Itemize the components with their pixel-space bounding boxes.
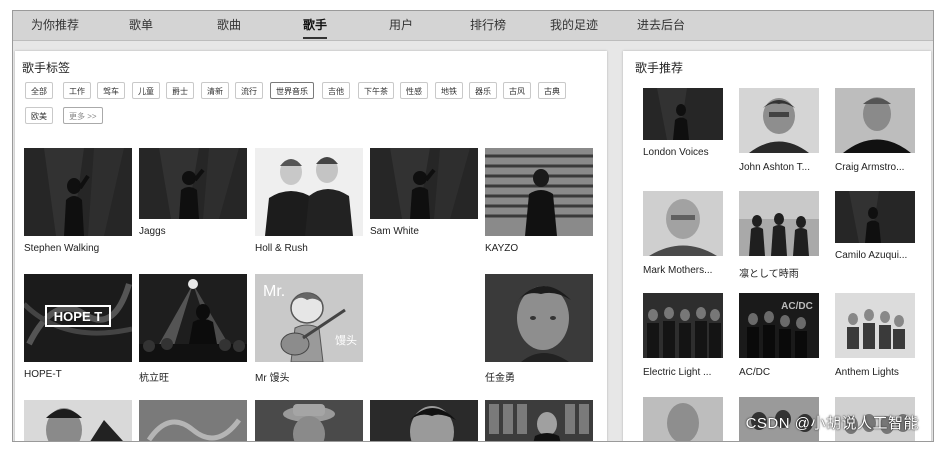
recommend-name: Mark Mothers...	[643, 265, 713, 276]
singer-list-panel: 歌手标签 全部 工作 驾车 儿童 爵士 清新 流行 世界音乐 吉他 下午茶 性感…	[15, 51, 607, 441]
recommend-name: Anthem Lights	[835, 367, 899, 378]
recommend-name: 凛として時雨	[739, 269, 799, 280]
recommend-card[interactable]: Anthem Lights	[835, 293, 917, 388]
singer-name: HOPE-T	[24, 369, 62, 380]
singer-photo	[739, 88, 819, 153]
tag-ancient-style[interactable]: 古风	[503, 82, 531, 99]
top-navigation: 为你推荐 歌单 歌曲 歌手 用户 排行榜 我的足迹 进去后台	[13, 11, 933, 41]
recommend-card[interactable]: Craig Armstro...	[835, 88, 917, 183]
singer-name: KAYZO	[485, 243, 519, 254]
singer-card[interactable]: KAYZO	[485, 148, 593, 263]
singer-name: 杭立旺	[139, 373, 169, 384]
singer-name: 任金勇	[485, 373, 515, 384]
tag-jazz[interactable]: 爵士	[166, 82, 194, 99]
recommend-name: Camilo Azuqui...	[835, 250, 908, 261]
singer-name: Sam White	[370, 226, 419, 237]
recommend-name: London Voices	[643, 147, 709, 158]
nav-item-recommend[interactable]: 为你推荐	[31, 11, 79, 40]
singer-photo	[643, 293, 723, 358]
singer-card[interactable]: Sam White	[370, 148, 478, 246]
nav-item-rankings[interactable]: 排行榜	[470, 11, 506, 40]
tag-guitar[interactable]: 吉他	[322, 82, 350, 99]
recommend-name: Craig Armstro...	[835, 162, 905, 173]
recommend-name: Electric Light ...	[643, 367, 712, 378]
singer-name: Stephen Walking	[24, 243, 100, 254]
singer-photo	[370, 148, 478, 219]
recommend-name: AC/DC	[739, 367, 771, 378]
tag-afternoon-tea[interactable]: 下午茶	[358, 82, 394, 99]
singer-card[interactable]: 杭立旺	[139, 274, 247, 389]
recommend-card[interactable]: London Voices	[643, 88, 725, 168]
singer-card[interactable]: Mr. 馒头 Mr 馒头	[255, 274, 363, 389]
tag-fresh[interactable]: 清新	[201, 82, 229, 99]
singer-photo	[255, 148, 363, 236]
singer-photo[interactable]	[485, 400, 593, 441]
singer-photo: HOPE T	[24, 274, 132, 362]
tag-sexy[interactable]: 性感	[400, 82, 428, 99]
tag-western[interactable]: 欧美	[25, 107, 53, 124]
nav-item-admin[interactable]: 进去后台	[637, 11, 685, 40]
singer-photo	[739, 191, 819, 256]
singer-name: Holl & Rush	[255, 243, 308, 254]
recommend-card[interactable]: John Ashton T...	[739, 88, 821, 183]
recommend-card[interactable]: 凛として時雨	[739, 191, 821, 286]
singer-photo	[835, 88, 915, 153]
singer-card[interactable]: 任金勇	[485, 274, 593, 389]
singer-photo	[485, 274, 593, 362]
recommend-card[interactable]: Electric Light ...	[643, 293, 725, 388]
singer-photo[interactable]	[643, 397, 723, 441]
tag-work[interactable]: 工作	[63, 82, 91, 99]
recommend-card[interactable]: Mark Mothers...	[643, 191, 725, 286]
more-tags-button[interactable]: 更多 >>	[63, 107, 103, 124]
svg-text:馒头: 馒头	[335, 334, 357, 347]
tag-pop[interactable]: 流行	[235, 82, 263, 99]
singer-card[interactable]: Jaggs	[139, 148, 247, 246]
nav-item-users[interactable]: 用户	[389, 11, 413, 40]
nav-item-playlists[interactable]: 歌单	[129, 11, 153, 40]
singer-photo	[139, 148, 247, 219]
tag-driving[interactable]: 驾车	[97, 82, 125, 99]
singer-name: Jaggs	[139, 226, 166, 237]
app-frame: 为你推荐 歌单 歌曲 歌手 用户 排行榜 我的足迹 进去后台 歌手标签 全部 工…	[12, 10, 934, 442]
singer-photo[interactable]	[24, 400, 132, 441]
singer-name: Mr 馒头	[255, 373, 290, 384]
nav-item-singers[interactable]: 歌手	[302, 11, 328, 40]
singer-photo[interactable]	[255, 400, 363, 441]
singer-card[interactable]: Stephen Walking	[24, 148, 132, 263]
singer-photo	[835, 293, 915, 358]
recommend-card[interactable]: Camilo Azuqui...	[835, 191, 917, 276]
recommend-name: John Ashton T...	[739, 162, 810, 173]
singer-photo: AC/DC	[739, 293, 819, 358]
singer-photo	[643, 88, 723, 140]
singer-photo	[835, 191, 915, 243]
singer-photo	[485, 148, 593, 236]
singer-card[interactable]: HOPE T HOPE-T	[24, 274, 132, 389]
singer-photo	[24, 148, 132, 236]
singer-photo	[139, 274, 247, 362]
nav-item-history[interactable]: 我的足迹	[550, 11, 598, 40]
tag-instrumental[interactable]: 器乐	[469, 82, 497, 99]
nav-item-songs[interactable]: 歌曲	[217, 11, 241, 40]
singer-photo	[643, 191, 723, 256]
recommend-title: 歌手推荐	[635, 61, 684, 75]
recommend-card[interactable]: AC/DC AC/DC	[739, 293, 821, 388]
singer-photo[interactable]	[139, 400, 247, 441]
tag-classical[interactable]: 古典	[538, 82, 566, 99]
singer-photo[interactable]	[370, 400, 478, 441]
svg-text:HOPE T: HOPE T	[54, 309, 102, 324]
svg-text:Mr.: Mr.	[263, 283, 285, 300]
recommend-panel: 歌手推荐 London Voices John Ashton T... Crai…	[623, 51, 931, 441]
singer-card[interactable]: Holl & Rush	[255, 148, 363, 263]
tags-section-title: 歌手标签	[22, 61, 71, 75]
watermark: CSDN @小胡说人工智能	[745, 415, 919, 432]
tag-all[interactable]: 全部	[25, 82, 53, 99]
tag-children[interactable]: 儿童	[132, 82, 160, 99]
svg-text:AC/DC: AC/DC	[781, 301, 813, 312]
tag-subway[interactable]: 地铁	[435, 82, 463, 99]
tag-world-music[interactable]: 世界音乐	[270, 82, 314, 99]
singer-photo: Mr. 馒头	[255, 274, 363, 362]
